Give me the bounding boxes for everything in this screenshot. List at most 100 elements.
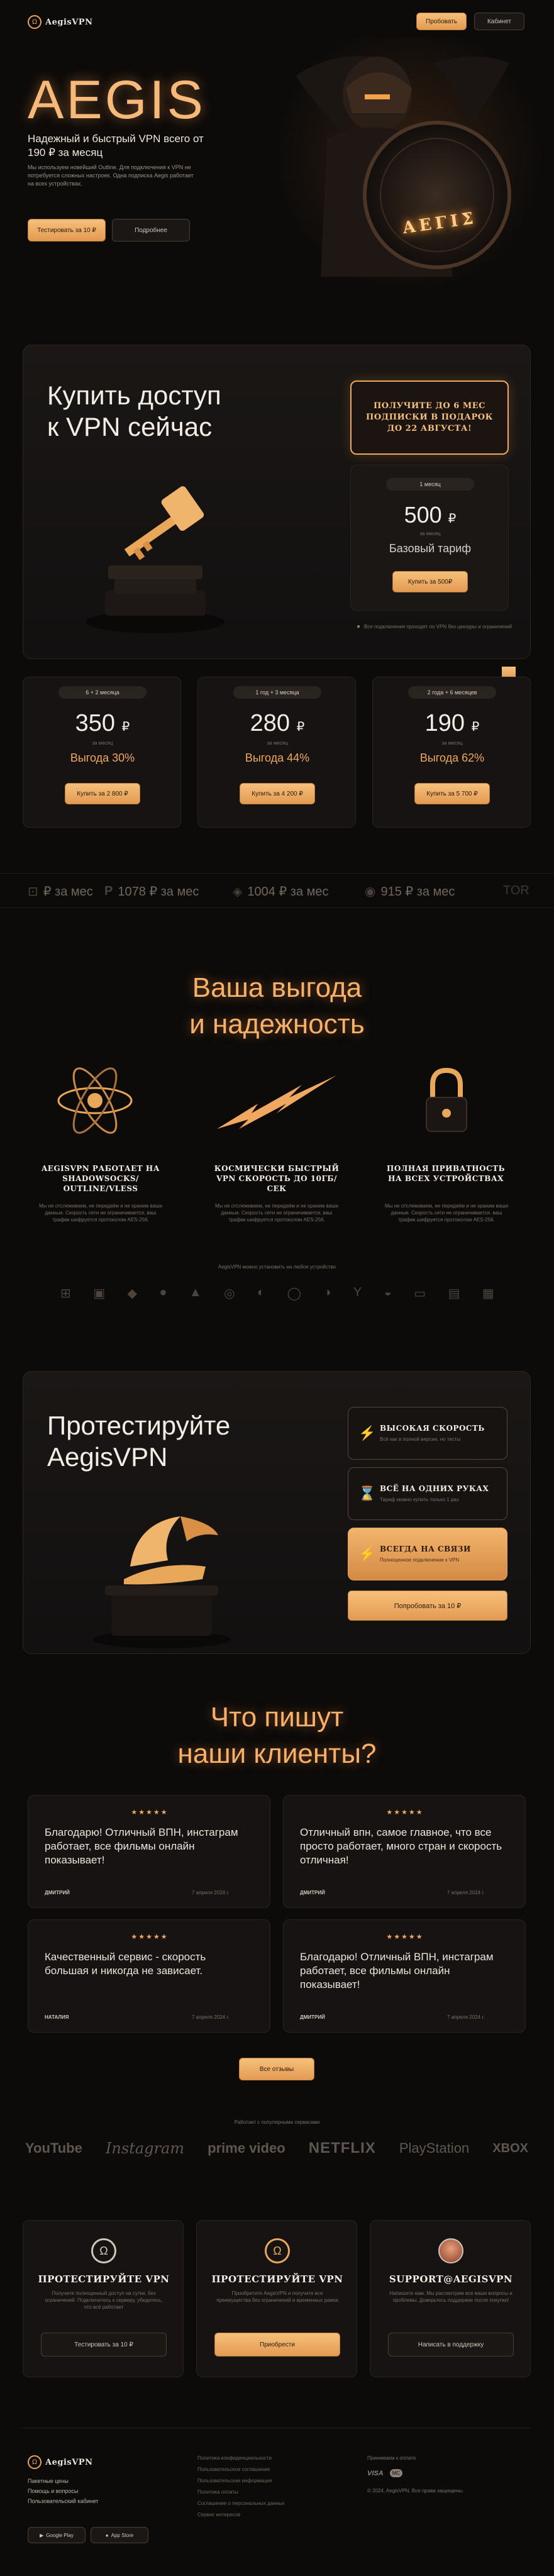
- ticker-item-4: ◉ 915 ₽ за мес: [365, 884, 455, 899]
- app-store-label: App Store: [111, 2532, 134, 2538]
- footer-col-1: Пакетные цены Помощь и вопросы Пользоват…: [28, 2478, 99, 2504]
- benefits-title-1: Ваша выгода: [192, 972, 362, 1003]
- cta-button-3[interactable]: Написать в поддержку: [388, 2333, 514, 2357]
- app-store-badge[interactable]: ● App Store: [91, 2527, 148, 2543]
- cta-title-1: ПРОТЕСТИРУЙТЕ VPN: [38, 2273, 170, 2285]
- google-play-label: Google Play: [46, 2532, 74, 2538]
- footer-link[interactable]: Сервис интересов: [197, 2512, 285, 2518]
- ticker-label-4: 915 ₽ за мес: [380, 885, 455, 899]
- key-pedestal-illustration: [86, 486, 224, 633]
- base-plan-price: 500 ₽: [351, 502, 509, 528]
- cta-desc-2: Приобретите AegisVPN и получите все преи…: [216, 2290, 338, 2303]
- footer-logo[interactable]: Ω AegisVPN: [28, 2455, 92, 2469]
- cta-button-1[interactable]: Тестировать за 10 ₽: [41, 2333, 167, 2357]
- store-badges: ▶ Google Play ● App Store: [28, 2527, 148, 2543]
- footer-link[interactable]: Пользовательский кабинет: [28, 2498, 99, 2504]
- plan-period-2: 1 год + 3 месяца: [233, 686, 321, 699]
- base-buy-button[interactable]: Купить за 500₽: [392, 571, 468, 592]
- footer-link[interactable]: Политика оплаты: [197, 2489, 285, 2495]
- atom-icon: [57, 1067, 133, 1134]
- review-date-3: 7 апреля 2024 г.: [192, 2014, 230, 2020]
- benefit-desc-1: Мы не отслеживаем, не передаём и не хран…: [38, 1203, 163, 1223]
- warrior-illustration: [296, 55, 511, 277]
- plan-per-3: за месяц: [441, 740, 463, 746]
- all-reviews-button[interactable]: Все отзывы: [239, 2058, 314, 2080]
- test-try-button[interactable]: Попробовать за 10 ₽: [348, 1591, 507, 1621]
- plan-price-value-3: 190: [424, 710, 465, 736]
- devices-note: AegisVPN можно установить на любое устро…: [218, 1264, 336, 1270]
- review-author-4: ДМИТРИЙ: [300, 2014, 325, 2020]
- try-button[interactable]: Пробовать: [416, 13, 467, 30]
- sandal-pedestal-illustration: [92, 1516, 231, 1648]
- ticker-item-1: ⊡ ₽ за мес: [28, 884, 93, 899]
- support-avatar: [438, 2238, 463, 2263]
- cabinet-button[interactable]: Кабинет: [474, 13, 524, 30]
- logo[interactable]: Ω AegisVPN: [28, 15, 92, 29]
- hero-test-button[interactable]: Тестировать за 10 ₽: [28, 219, 106, 242]
- plan-period-3: 2 года + 6 месяцев: [408, 686, 496, 699]
- lightning-icon: [217, 1075, 336, 1129]
- test-logo-icon: Ω: [91, 2238, 116, 2263]
- benefit-title-2: КОСМИЧЕСКИ БЫСТРЫЙ VPN СКОРОСТЬ ДО 10ГБ/…: [214, 1164, 340, 1193]
- review-card-1: ★★★★★ Благодарю! Отличный ВПН, инстаграм…: [28, 1795, 270, 1908]
- yandex-icon: Y: [353, 1285, 362, 1299]
- base-plan-card: 1 месяц 500 ₽ за месяц Базовый тариф Куп…: [350, 465, 509, 611]
- prime-video-logo: prime video: [208, 2140, 285, 2156]
- google-play-badge[interactable]: ▶ Google Play: [28, 2527, 86, 2543]
- price-ticker: ⊡ ₽ за мес P 1078 ₽ за мес ◈ 1004 ₽ за м…: [0, 873, 554, 908]
- review-stars-3: ★★★★★: [131, 1933, 169, 1941]
- android-tv-icon: ▣: [93, 1287, 106, 1301]
- review-card-3: ★★★★★ Качественный сервис - скорость бол…: [28, 1919, 270, 2033]
- review-stars-1: ★★★★★: [131, 1809, 169, 1816]
- plan-buy-button-3[interactable]: Купить за 5 700 ₽: [414, 783, 490, 804]
- plan-price-2: 280 ₽: [198, 710, 357, 737]
- footer-link[interactable]: Помощь и вопросы: [28, 2488, 99, 2494]
- hero-title: AEGIS: [28, 70, 206, 130]
- footer-brand: AegisVPN: [45, 2457, 93, 2467]
- instagram-logo: Instagram: [105, 2140, 185, 2157]
- footer-link[interactable]: Пользовательская информация: [197, 2478, 285, 2484]
- benefit-desc-2: Мы не отслеживаем, не передаём и не хран…: [214, 1203, 339, 1223]
- plan-per-1: за месяц: [92, 740, 113, 746]
- buy-note: ● Все подключения проходят по VPN без це…: [357, 623, 512, 630]
- footer-col-2: Политика конфиденциальности Пользователь…: [197, 2455, 285, 2518]
- aegis-logo-icon: Ω: [265, 2238, 290, 2263]
- plan-price-1: 350 ₽: [23, 710, 182, 737]
- review-author-1: ДМИТРИЙ: [45, 1890, 70, 1896]
- footer-link[interactable]: Пользовательское соглашение: [197, 2467, 285, 2472]
- plan-card-2: 1 год + 3 месяца 280 ₽ за месяц Выгода 4…: [197, 677, 356, 828]
- android-icon: ◆: [127, 1287, 137, 1301]
- ticker-label-2: 1078 ₽ за мес: [118, 885, 199, 899]
- plan-card-1: 6 + 2 месяца 350 ₽ за месяц Выгода 30% К…: [23, 677, 181, 828]
- review-text-3: Качественный сервис - скорость большая и…: [45, 1951, 206, 1977]
- hero-more-button[interactable]: Подробнее: [112, 219, 190, 242]
- hero-description: Мы используем новейший Outline. Для подк…: [28, 164, 194, 187]
- test-title-1: Протестируйте: [47, 1411, 231, 1440]
- footer-pay-title: Принимаем к оплате: [367, 2455, 416, 2461]
- footer-link[interactable]: Соглашение о персональных данных: [197, 2501, 285, 2506]
- lock-icon: [426, 1067, 467, 1132]
- cta-button-2[interactable]: Приобрести: [214, 2333, 340, 2357]
- apple-icon: ●: [105, 2532, 109, 2538]
- review-text-2: Отличный впн, самое главное, что все про…: [300, 1826, 502, 1866]
- test-feature-1: ⚡ ВЫСОКАЯ СКОРОСТЬ Всё как в полной верс…: [348, 1407, 507, 1460]
- footer-link[interactable]: Пакетные цены: [28, 2478, 99, 2484]
- review-date-2: 7 апреля 2024 г.: [447, 1890, 485, 1896]
- plan-card-3: 2 года + 6 месяцев 190 ₽ за месяц Выгода…: [372, 677, 531, 828]
- netflix-logo: NETFLIX: [308, 2140, 376, 2157]
- test-feature-3[interactable]: ⚡ ВСЕГДА НА СВЯЗИ Полноценное подключени…: [348, 1528, 507, 1580]
- base-price-sub: за месяц: [419, 531, 441, 536]
- base-plan-name: Базовый тариф: [389, 542, 472, 555]
- reviews-title-2: наши клиенты?: [177, 1738, 377, 1769]
- promo-text: ПОЛУЧИТЕ ДО 6 МЕС ПОДПИСКИ В ПОДАРОК ДО …: [366, 401, 493, 433]
- cta-desc-3: Напишите нам. Мы рассмотрим все ваши воп…: [389, 2290, 512, 2303]
- plan-buy-button-2[interactable]: Купить за 4 200 ₽: [240, 783, 315, 804]
- ticker-icon: ◉: [365, 885, 376, 899]
- plan-price-3: 190 ₽: [373, 710, 531, 737]
- review-date-1: 7 апреля 2024 г.: [192, 1890, 230, 1896]
- cta-title-2: ПРОТЕСТИРУЙТЕ VPN: [211, 2273, 343, 2285]
- plan-per-2: за месяц: [267, 740, 288, 746]
- footer-link[interactable]: Политика конфиденциальности: [197, 2455, 285, 2461]
- footer: Ω AegisVPN Пакетные цены Помощь и вопрос…: [0, 2440, 554, 2576]
- plan-buy-button-1[interactable]: Купить за 2 800 ₽: [65, 783, 140, 804]
